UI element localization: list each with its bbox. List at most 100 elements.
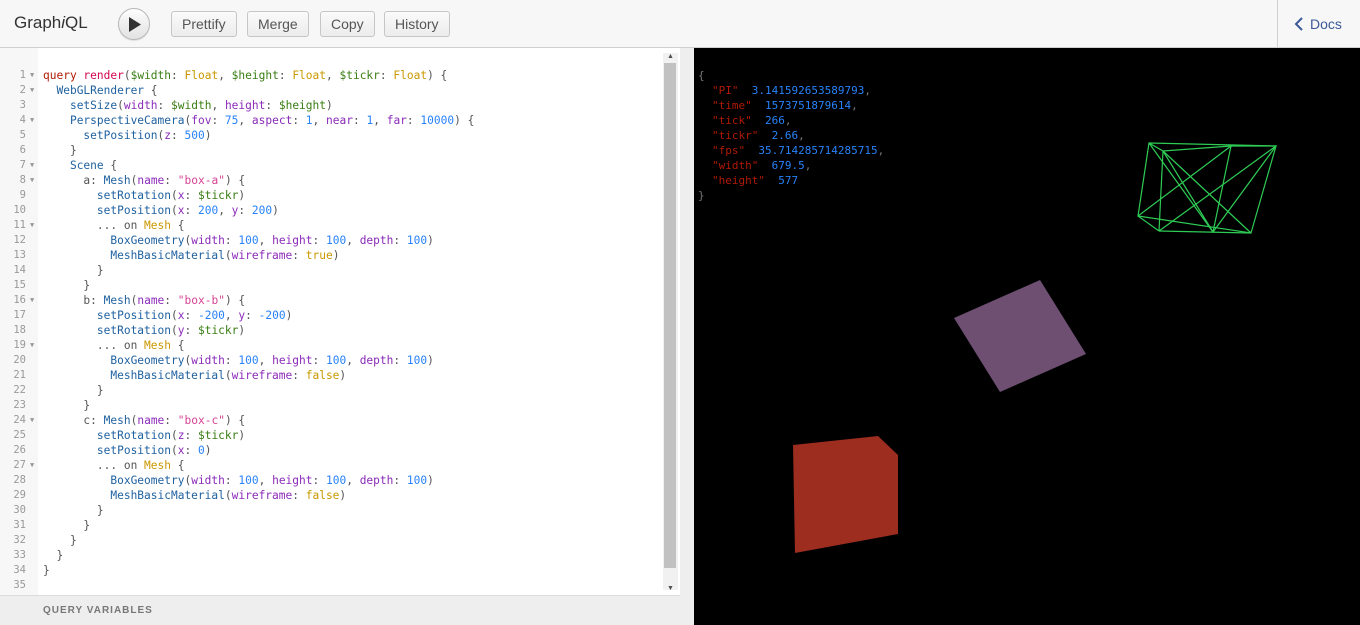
fold-arrow-icon[interactable]: ▼ — [30, 68, 34, 83]
code-line[interactable]: 3 setSize(width: $width, height: $height… — [0, 98, 660, 113]
line-number: 25 — [13, 429, 26, 441]
code-line[interactable]: 19 ▼ ... on Mesh { — [0, 338, 660, 353]
code-token: $tickr — [197, 324, 239, 337]
code-token: } — [69, 144, 77, 157]
code-token: depth — [359, 354, 394, 367]
code-token: c: — [83, 414, 104, 427]
fold-arrow-icon[interactable]: ▼ — [30, 338, 34, 353]
fold-arrow-icon[interactable]: ▼ — [30, 158, 34, 173]
code-line[interactable]: 7 ▼ Scene { — [0, 158, 660, 173]
fold-arrow-icon[interactable]: ▼ — [30, 218, 34, 233]
code-token: ... on — [96, 339, 145, 352]
code-token: $height — [231, 69, 279, 82]
pane-divider[interactable] — [680, 48, 694, 625]
code-token: Mesh — [103, 174, 131, 187]
code-token: : — [393, 354, 407, 367]
code-line[interactable]: 30 } — [0, 503, 660, 518]
code-text: MeshBasicMaterial(wireframe: false) — [43, 368, 346, 383]
code-line[interactable]: 32 } — [0, 533, 660, 548]
code-line[interactable]: 28 BoxGeometry(width: 100, height: 100, … — [0, 473, 660, 488]
line-number: 13 — [13, 249, 26, 261]
code-line[interactable]: 2 ▼ WebGLRenderer { — [0, 83, 660, 98]
code-line[interactable]: 11 ▼ ... on Mesh { — [0, 218, 660, 233]
code-token: ( — [170, 204, 178, 217]
code-line[interactable]: 27 ▼ ... on Mesh { — [0, 458, 660, 473]
code-line[interactable]: 9 setRotation(x: $tickr) — [0, 188, 660, 203]
code-token: } — [96, 264, 104, 277]
code-token: , — [258, 474, 273, 487]
code-token: "box-b" — [177, 294, 225, 307]
code-line[interactable]: 12 BoxGeometry(width: 100, height: 100, … — [0, 233, 660, 248]
code-line[interactable]: 21 MeshBasicMaterial(wireframe: false) — [0, 368, 660, 383]
code-token: : — [312, 354, 326, 367]
line-number: 6 — [19, 144, 26, 156]
fold-arrow-icon[interactable]: ▼ — [30, 413, 34, 428]
scroll-down-icon[interactable]: ▼ — [667, 585, 674, 592]
code-text: WebGLRenderer { — [43, 83, 157, 98]
code-line[interactable]: 10 setPosition(x: 200, y: 200) — [0, 203, 660, 218]
code-line[interactable]: 23 } — [0, 398, 660, 413]
scroll-up-icon[interactable]: ▲ — [667, 53, 674, 60]
code-token: ) { — [224, 414, 246, 427]
code-line[interactable]: 14 } — [0, 263, 660, 278]
line-number: 20 — [13, 354, 26, 366]
line-number: 30 — [13, 504, 26, 516]
code-line[interactable]: 24 ▼ c: Mesh(name: "box-c") { — [0, 413, 660, 428]
history-button[interactable]: History — [384, 11, 450, 37]
code-line[interactable]: 29 MeshBasicMaterial(wireframe: false) — [0, 488, 660, 503]
code-line[interactable]: 34} — [0, 563, 660, 578]
code-line[interactable]: 5 setPosition(z: 500) — [0, 128, 660, 143]
code-line[interactable]: 4 ▼ PerspectiveCamera(fov: 75, aspect: 1,… — [0, 113, 660, 128]
code-line[interactable]: 6 } — [0, 143, 660, 158]
code-token: ) { — [427, 69, 448, 82]
fold-arrow-icon[interactable]: ▼ — [30, 113, 34, 128]
code-line[interactable]: 1 ▼ query render($width: Float, $height: F… — [0, 68, 660, 83]
prettify-button[interactable]: Prettify — [171, 11, 237, 37]
fold-arrow-icon[interactable]: ▼ — [30, 83, 34, 98]
code-line[interactable]: 35 — [0, 578, 660, 593]
code-token: { — [171, 459, 185, 472]
code-line[interactable]: 20 BoxGeometry(width: 100, height: 100, … — [0, 353, 660, 368]
code-token: { — [171, 339, 185, 352]
execute-query-button[interactable] — [118, 8, 150, 40]
code-line[interactable]: 31 } — [0, 518, 660, 533]
query-variables-bar[interactable]: QUERY VARIABLES — [0, 595, 680, 625]
code-token: : — [379, 69, 394, 82]
line-number: 2 — [19, 84, 26, 96]
code-text: } — [43, 398, 90, 413]
code-line[interactable]: 18 setRotation(y: $tickr) — [0, 323, 660, 338]
code-line[interactable]: 8 ▼ a: Mesh(name: "box-a") { — [0, 173, 660, 188]
line-number: 17 — [13, 309, 26, 321]
query-editor[interactable]: 1 ▼ query render($width: Float, $height: F… — [0, 48, 680, 595]
docs-button[interactable]: Docs — [1277, 0, 1360, 47]
code-line[interactable]: 16 ▼ b: Mesh(name: "box-b") { — [0, 293, 660, 308]
code-text: } — [43, 548, 63, 563]
code-token: wireframe — [231, 249, 293, 262]
fold-arrow-icon[interactable]: ▼ — [30, 173, 34, 188]
code-token: : — [312, 474, 326, 487]
merge-button[interactable]: Merge — [247, 11, 309, 37]
code-text: } — [43, 263, 104, 278]
code-text: PerspectiveCamera(fov: 75, aspect: 1, ne… — [43, 113, 474, 128]
code-token: : — [184, 309, 198, 322]
fold-arrow-icon[interactable]: ▼ — [30, 458, 34, 473]
code-line[interactable]: 22 } — [0, 383, 660, 398]
copy-button[interactable]: Copy — [320, 11, 375, 37]
line-number: 8 — [19, 174, 26, 186]
scrollbar-thumb[interactable] — [664, 63, 676, 568]
code-line[interactable]: 13 MeshBasicMaterial(wireframe: true) — [0, 248, 660, 263]
code-text: BoxGeometry(width: 100, height: 100, dep… — [43, 233, 433, 248]
code-token: 75 — [224, 114, 239, 127]
code-token: ... on — [96, 219, 145, 232]
code-line[interactable]: 33 } — [0, 548, 660, 563]
editor-scrollbar[interactable]: ▲ ▼ — [663, 53, 678, 592]
code-line[interactable]: 17 setPosition(x: -200, y: -200) — [0, 308, 660, 323]
code-line[interactable]: 25 setRotation(z: $tickr) — [0, 428, 660, 443]
code-token: : — [292, 249, 306, 262]
code-line[interactable]: 26 setPosition(x: 0) — [0, 443, 660, 458]
code-token: , — [218, 69, 232, 82]
code-text: BoxGeometry(width: 100, height: 100, dep… — [43, 353, 433, 368]
fold-arrow-icon[interactable]: ▼ — [30, 293, 34, 308]
code-token: ) — [427, 474, 434, 487]
code-line[interactable]: 15 } — [0, 278, 660, 293]
